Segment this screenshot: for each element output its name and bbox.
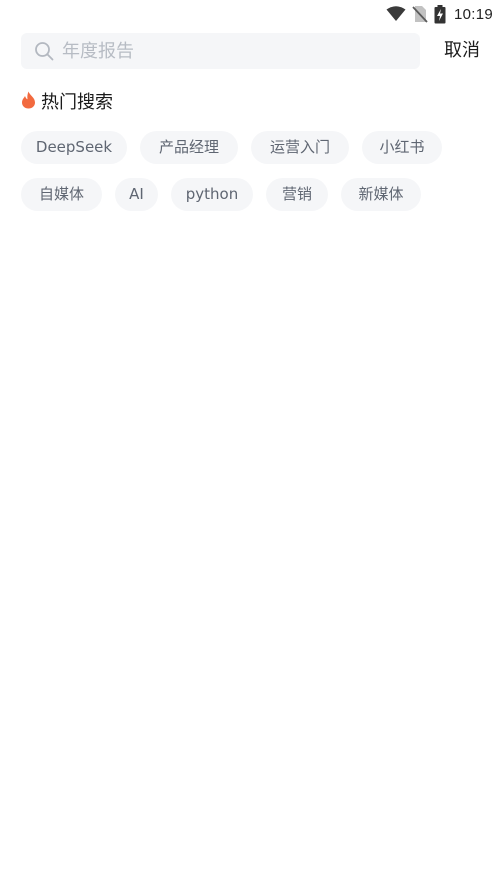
hot-search-tag[interactable]: 小红书 (362, 131, 442, 164)
hot-search-tag[interactable]: 运营入门 (251, 131, 349, 164)
hot-search-title: 热门搜索 (41, 92, 113, 113)
search-row: 取消 (21, 33, 491, 69)
search-input[interactable] (62, 33, 412, 69)
hot-search-tag[interactable]: 营销 (266, 178, 328, 211)
status-time: 10:19 (453, 5, 493, 23)
hot-search-tag[interactable]: python (171, 178, 253, 211)
cancel-button[interactable]: 取消 (443, 33, 481, 69)
search-box[interactable] (21, 33, 420, 69)
hot-search-tag[interactable]: 自媒体 (21, 178, 102, 211)
search-icon (34, 41, 54, 61)
hot-search-tag[interactable]: AI (115, 178, 158, 211)
no-sim-icon (412, 5, 428, 23)
hot-search-tag[interactable]: 产品经理 (140, 131, 238, 164)
status-bar: 10:19 (0, 0, 501, 28)
hot-search-tag[interactable]: 新媒体 (341, 178, 421, 211)
hot-search-tag[interactable]: DeepSeek (21, 131, 127, 164)
status-icons: 10:19 (386, 4, 493, 24)
wifi-icon (386, 6, 406, 22)
battery-charging-icon (434, 4, 446, 24)
fire-icon (21, 91, 36, 109)
hot-search-header: 热门搜索 (21, 88, 113, 114)
